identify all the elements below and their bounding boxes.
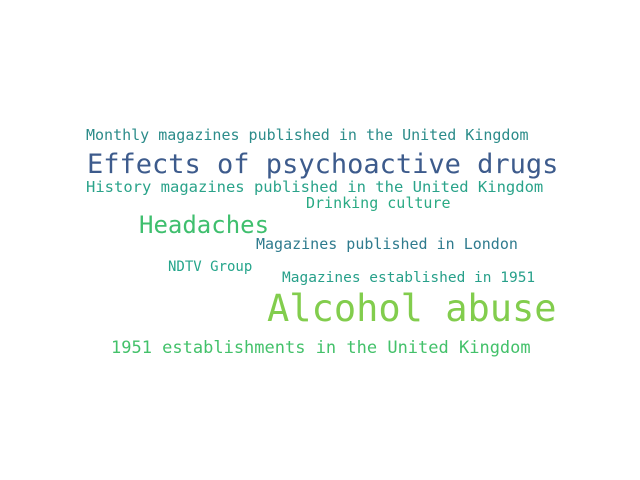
word-1951-establishments-uk: 1951 establishments in the United Kingdo…: [111, 338, 531, 358]
word-magazines-established-1951: Magazines established in 1951: [282, 270, 536, 286]
word-drinking-culture: Drinking culture: [306, 194, 451, 212]
word-alcohol-abuse: Alcohol abuse: [267, 287, 557, 330]
word-magazines-london: Magazines published in London: [256, 235, 518, 253]
word-effects-psychoactive-drugs: Effects of psychoactive drugs: [87, 149, 559, 180]
word-cloud: Monthly magazines published in the Unite…: [0, 0, 640, 480]
word-monthly-magazines-uk: Monthly magazines published in the Unite…: [86, 126, 529, 144]
word-headaches: Headaches: [139, 211, 270, 239]
word-ndtv-group: NDTV Group: [168, 259, 253, 275]
